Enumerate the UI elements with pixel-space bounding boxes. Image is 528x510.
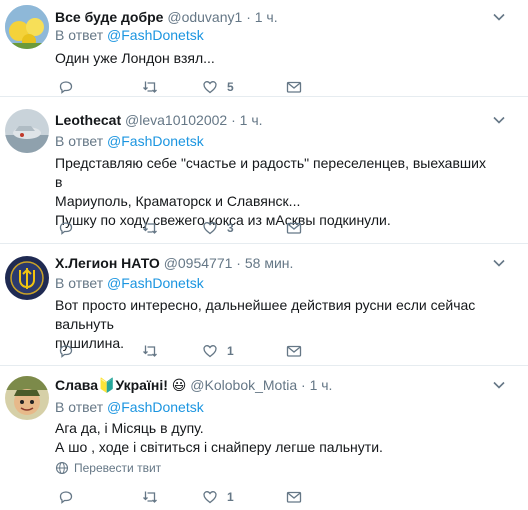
tweet-actions: 5 <box>55 77 475 97</box>
tweet[interactable]: Все буде добре @oduvany1 · 1 ч. В ответ … <box>0 0 528 97</box>
like-button[interactable]: 3 <box>202 218 234 238</box>
shield-emoji-icon: 🔰 <box>98 377 116 393</box>
tweet[interactable]: Leothecat @leva10102002 · 1 ч. В ответ @… <box>0 97 528 244</box>
display-name-part: Слава <box>55 377 98 393</box>
timestamp[interactable]: 58 мин. <box>245 255 294 271</box>
mail-icon <box>286 345 302 357</box>
reply-to-link[interactable]: @FashDonetsk <box>107 133 204 149</box>
like-count: 1 <box>227 490 234 504</box>
tweet[interactable]: Слава🔰Україні! 😃 @Kolobok_Motia · 1 ч. В… <box>0 366 528 510</box>
separator-dot: · <box>231 112 236 128</box>
display-name[interactable]: Все буде добре <box>55 9 163 25</box>
heart-icon <box>203 81 217 94</box>
tweet-header: Все буде добре @oduvany1 · 1 ч. <box>55 8 278 26</box>
reply-context: В ответ @FashDonetsk <box>55 132 204 150</box>
tweet-header: Х.Легион НАТО @0954771 · 58 мин. <box>55 254 293 272</box>
timestamp[interactable]: 1 ч. <box>240 112 263 128</box>
retweet-icon <box>143 491 157 503</box>
tweet-header: Слава🔰Україні! 😃 @Kolobok_Motia · 1 ч. <box>55 376 332 394</box>
reply-to-link[interactable]: @FashDonetsk <box>107 27 204 43</box>
heart-icon <box>203 345 217 358</box>
display-name[interactable]: Слава🔰Україні! 😃 <box>55 377 190 393</box>
separator-dot: · <box>301 377 306 393</box>
retweet-icon <box>143 81 157 93</box>
chevron-down-icon[interactable] <box>492 256 506 270</box>
heart-icon <box>203 222 217 235</box>
display-name-part: Україні! <box>115 377 168 393</box>
translate-link[interactable]: Перевести твит <box>55 461 161 475</box>
retweet-icon <box>143 345 157 357</box>
mail-icon <box>286 81 302 93</box>
tweet-header: Leothecat @leva10102002 · 1 ч. <box>55 111 263 129</box>
reply-context: В ответ @FashDonetsk <box>55 398 204 416</box>
avatar[interactable] <box>5 109 49 153</box>
reply-prefix: В ответ <box>55 275 104 291</box>
reply-to-link[interactable]: @FashDonetsk <box>107 399 204 415</box>
avatar[interactable] <box>5 5 49 49</box>
reply-icon <box>59 345 73 358</box>
mail-icon <box>286 491 302 503</box>
retweet-button[interactable] <box>142 218 158 238</box>
separator-dot: · <box>236 255 241 271</box>
timestamp[interactable]: 1 ч. <box>310 377 333 393</box>
globe-icon <box>55 461 69 475</box>
avatar[interactable] <box>5 376 49 420</box>
tweet-text-line: Вот просто интересно, дальнейшее действи… <box>55 297 476 332</box>
dm-button[interactable] <box>286 341 302 361</box>
dm-button[interactable] <box>286 77 302 97</box>
user-handle[interactable]: @Kolobok_Motia <box>190 377 297 393</box>
reply-icon <box>59 491 73 504</box>
tweet-actions: 1 <box>55 341 475 361</box>
chevron-down-icon[interactable] <box>492 10 506 24</box>
display-name[interactable]: Leothecat <box>55 112 121 128</box>
reply-button[interactable] <box>58 487 74 507</box>
separator-dot: · <box>246 9 251 25</box>
dm-button[interactable] <box>286 218 302 238</box>
reply-context: В ответ @FashDonetsk <box>55 274 204 292</box>
reply-button[interactable] <box>58 341 74 361</box>
heart-icon <box>203 491 217 504</box>
avatar[interactable] <box>5 256 49 300</box>
display-name[interactable]: Х.Легион НАТО <box>55 255 160 271</box>
reply-prefix: В ответ <box>55 27 104 43</box>
tweet-text-line: А шо , ходе і світиться і снайперу легше… <box>55 439 383 455</box>
user-handle[interactable]: @leva10102002 <box>125 112 227 128</box>
reply-prefix: В ответ <box>55 133 104 149</box>
like-button[interactable]: 5 <box>202 77 234 97</box>
retweet-icon <box>143 222 157 234</box>
like-count: 5 <box>227 80 234 94</box>
like-count: 1 <box>227 344 234 358</box>
chevron-down-icon[interactable] <box>492 113 506 127</box>
tweet-text-line: Ага да, і Місяць в дупу. <box>55 420 204 436</box>
like-count: 3 <box>227 221 234 235</box>
smile-emoji-icon: 😃 <box>171 377 187 393</box>
timestamp[interactable]: 1 ч. <box>255 9 278 25</box>
translate-label: Перевести твит <box>74 461 162 475</box>
retweet-button[interactable] <box>142 77 158 97</box>
tweet-text: Один уже Лондон взял... <box>55 50 215 66</box>
tweet-actions: 3 <box>55 218 475 238</box>
reply-context: В ответ @FashDonetsk <box>55 26 204 44</box>
user-handle[interactable]: @oduvany1 <box>167 9 242 25</box>
reply-to-link[interactable]: @FashDonetsk <box>107 275 204 291</box>
tweet-text-line: Мариуполь, Краматорск и Славянск... <box>55 193 301 209</box>
tweet-text-line: Представляю себе "счастье и радость" пер… <box>55 155 486 190</box>
user-handle[interactable]: @0954771 <box>164 255 233 271</box>
reply-button[interactable] <box>58 218 74 238</box>
reply-prefix: В ответ <box>55 399 104 415</box>
retweet-button[interactable] <box>142 341 158 361</box>
reply-button[interactable] <box>58 77 74 97</box>
reply-icon <box>59 81 73 94</box>
tweet-text: Ага да, і Місяць в дупу. А шо , ходе і с… <box>55 419 495 457</box>
reply-icon <box>59 222 73 235</box>
tweet[interactable]: Х.Легион НАТО @0954771 · 58 мин. В ответ… <box>0 244 528 366</box>
dm-button[interactable] <box>286 487 302 507</box>
like-button[interactable]: 1 <box>202 487 234 507</box>
mail-icon <box>286 222 302 234</box>
retweet-button[interactable] <box>142 487 158 507</box>
like-button[interactable]: 1 <box>202 341 234 361</box>
tweet-actions: 1 <box>55 487 475 507</box>
chevron-down-icon[interactable] <box>492 378 506 392</box>
